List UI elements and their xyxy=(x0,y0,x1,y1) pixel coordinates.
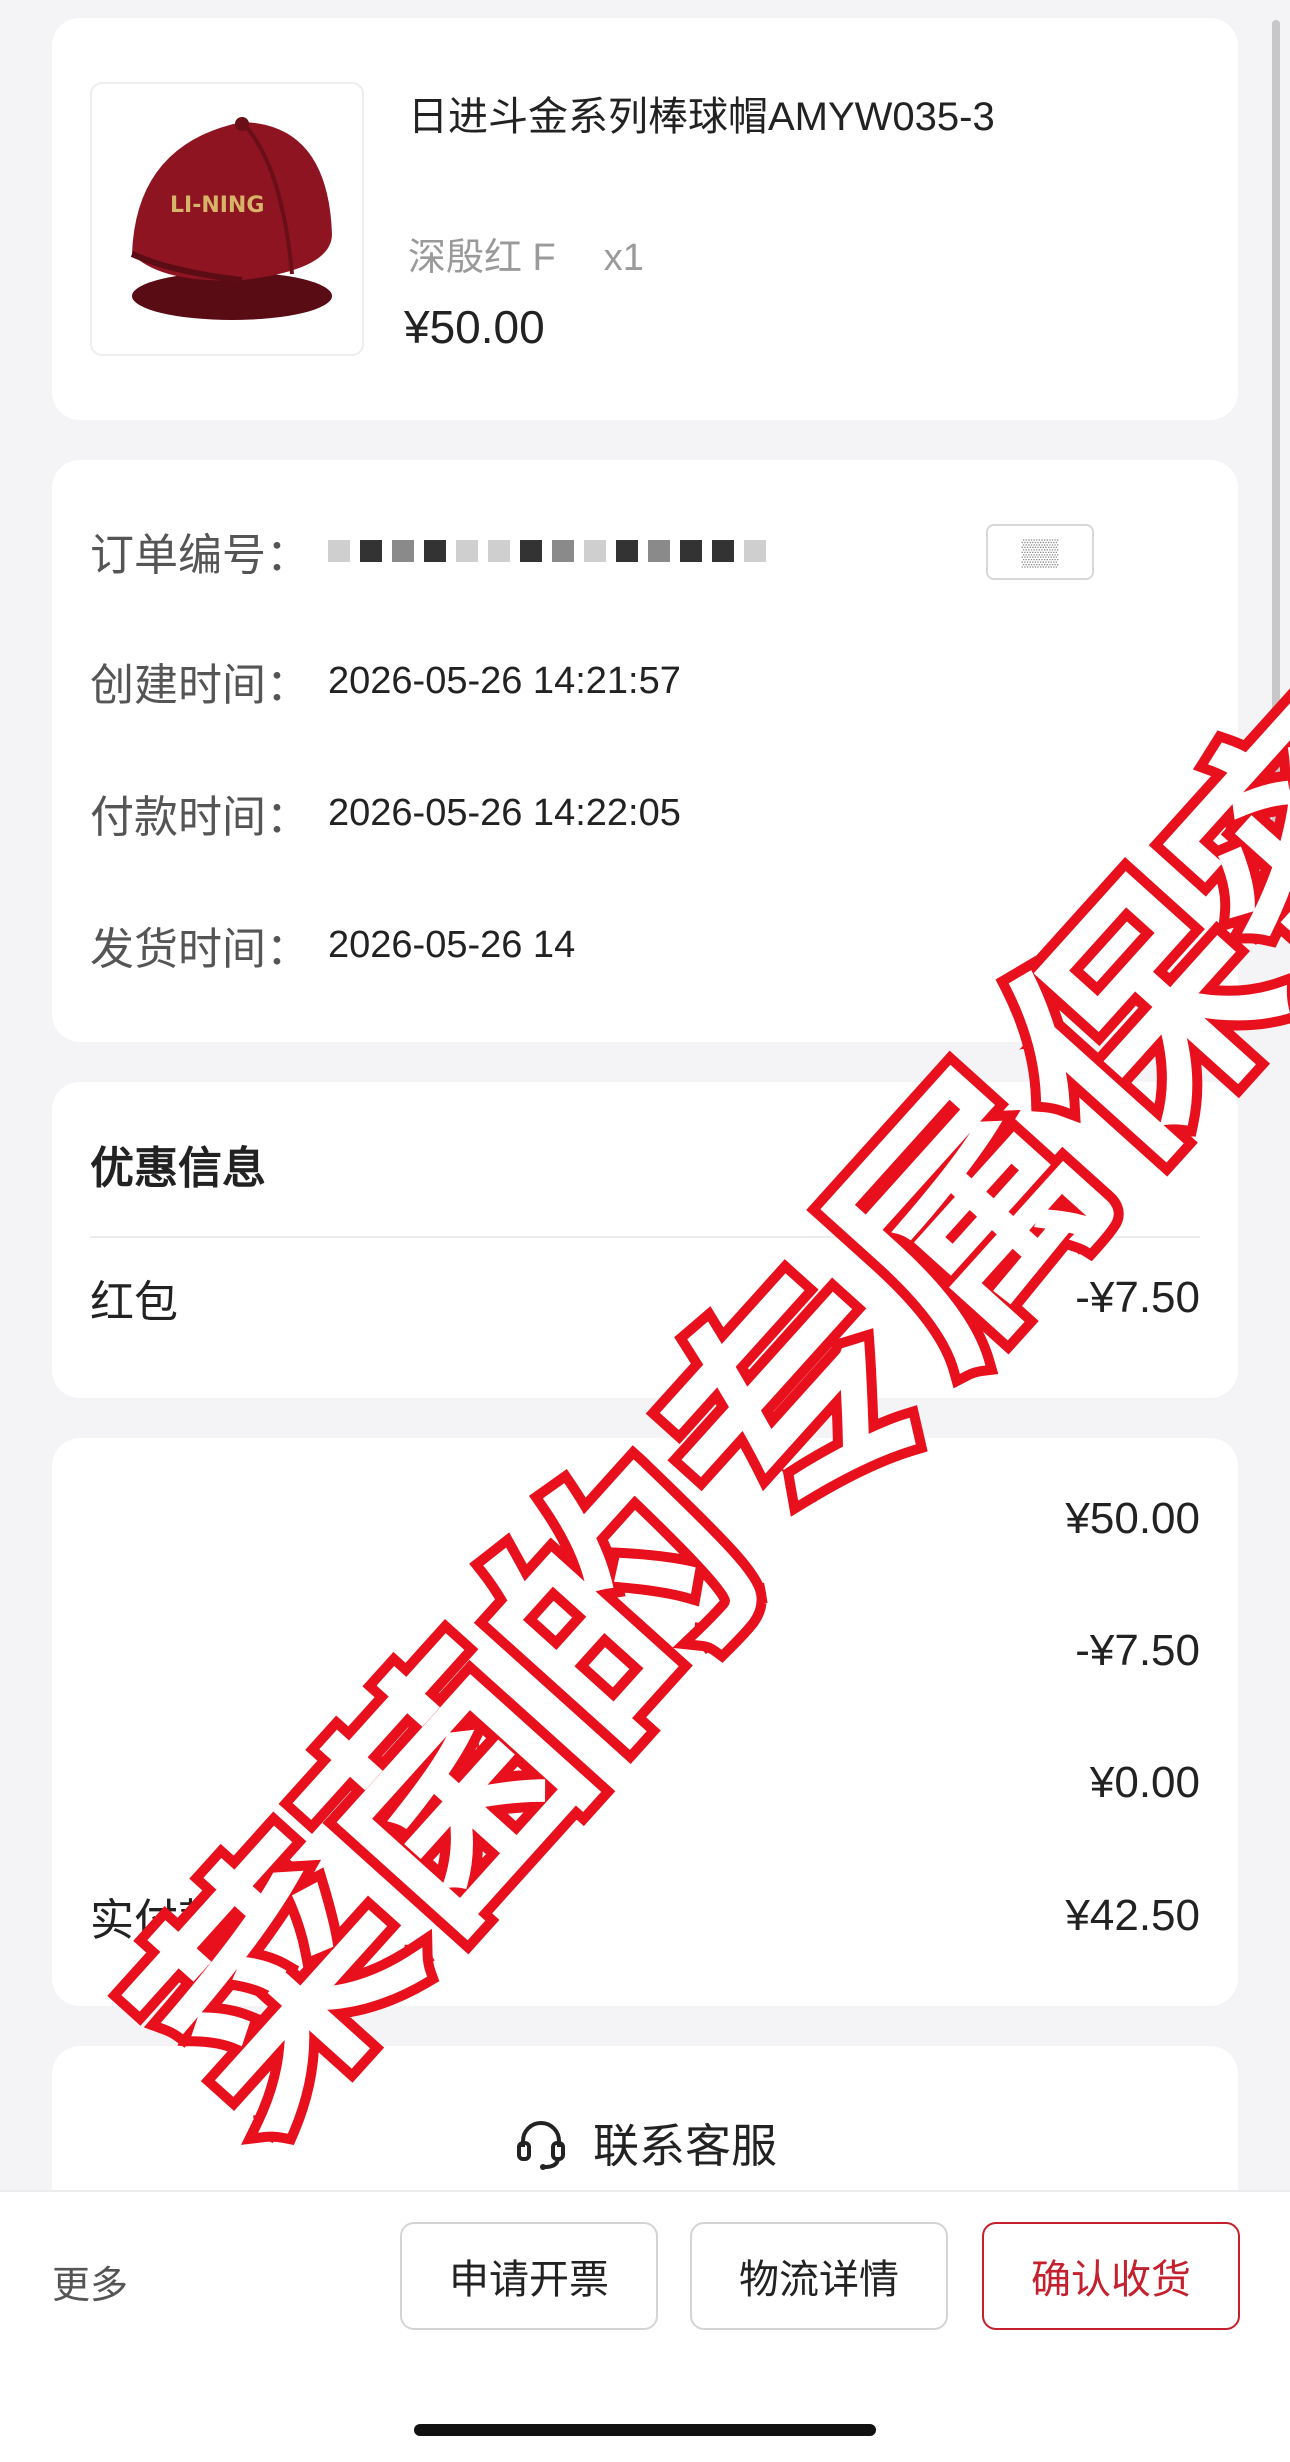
red-packet-label: 红包 xyxy=(90,1278,178,1327)
order-number-row: 订单编号： xyxy=(90,516,766,586)
order-number-label: 订单编号： xyxy=(90,531,310,580)
goods-total-value: ¥50.00 xyxy=(1065,1494,1200,1543)
order-number-masked xyxy=(328,540,766,562)
headset-icon xyxy=(517,2121,565,2170)
coupon-title: 优惠信息 xyxy=(90,1144,266,1193)
order-info-card: 订单编号： ▒▒ 创建时间： 2026-05-26 14:21:57 付款时间：… xyxy=(52,460,1238,1042)
red-packet-row: 红包 -¥7.50 xyxy=(90,1266,1200,1330)
pay-time-label: 付款时间： xyxy=(90,793,310,842)
create-time-row: 创建时间： 2026-05-26 14:21:57 xyxy=(90,646,681,716)
ship-time-value: 2026-05-26 14 xyxy=(328,923,576,966)
logistics-button[interactable]: 物流详情 xyxy=(690,2222,948,2330)
pay-time-value: 2026-05-26 14:22:05 xyxy=(328,791,681,834)
paid-row: 实付款 ¥42.50 xyxy=(90,1884,1200,1948)
ship-time-label: 发货时间： xyxy=(90,925,310,974)
paid-label: 实付款 xyxy=(90,1896,222,1945)
product-title[interactable]: 日进斗金系列棒球帽AMYW035-3 xyxy=(408,84,995,142)
create-time-label: 创建时间： xyxy=(90,661,310,710)
product-spec: 深殷红 F x1 xyxy=(408,226,692,281)
freight-value: ¥0.00 xyxy=(1089,1758,1200,1807)
coupon-card: 优惠信息 红包 -¥7.50 xyxy=(52,1082,1238,1398)
paid-value: ¥42.50 xyxy=(1065,1891,1200,1940)
invoice-button[interactable]: 申请开票 xyxy=(400,2222,658,2330)
divider xyxy=(90,1236,1200,1238)
cap-image: LI-NING xyxy=(130,117,332,320)
product-card[interactable]: LI-NING 日进斗金系列棒球帽AMYW035-3 深殷红 F x1 ¥50.0… xyxy=(52,18,1238,420)
product-image[interactable]: LI-NING xyxy=(90,82,364,356)
cap-logo: LI-NING xyxy=(170,193,264,218)
totals-card: ¥50.00 -¥7.50 ¥0.00 实付款 ¥42.50 xyxy=(52,1438,1238,2006)
more-link[interactable]: 更多 xyxy=(52,2254,128,2309)
scrollbar[interactable] xyxy=(1272,20,1280,840)
discount-value: -¥7.50 xyxy=(1075,1626,1200,1675)
product-price: ¥50.00 xyxy=(404,301,545,353)
product-variant: 深殷红 F xyxy=(408,237,556,279)
freight-row: ¥0.00 xyxy=(90,1758,1200,1808)
copy-order-number-button[interactable]: ▒▒ xyxy=(986,524,1094,580)
bottom-action-bar: 更多 申请开票 物流详情 确认收货 xyxy=(0,2190,1290,2462)
contact-service-button[interactable]: 联系客服 xyxy=(52,2110,1238,2176)
discount-row: -¥7.50 xyxy=(90,1626,1200,1676)
home-indicator xyxy=(414,2424,876,2436)
contact-service-label: 联系客服 xyxy=(593,2120,777,2172)
red-packet-value: -¥7.50 xyxy=(1075,1273,1200,1322)
ship-time-row: 发货时间： 2026-05-26 14 xyxy=(90,910,575,980)
goods-total-row: ¥50.00 xyxy=(90,1494,1200,1544)
pay-time-row: 付款时间： 2026-05-26 14:22:05 xyxy=(90,778,681,848)
create-time-value: 2026-05-26 14:21:57 xyxy=(328,659,681,702)
confirm-receipt-button[interactable]: 确认收货 xyxy=(982,2222,1240,2330)
product-quantity: x1 xyxy=(603,237,644,279)
